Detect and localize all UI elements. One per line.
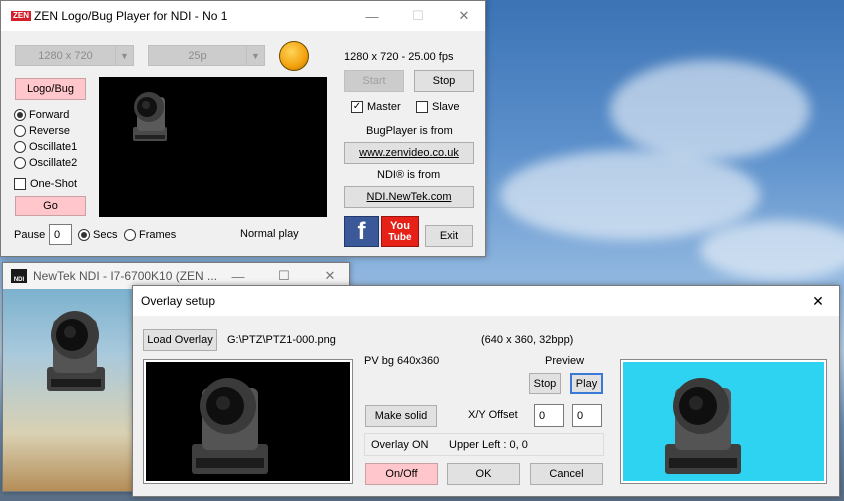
y-offset-input[interactable]: 0	[572, 404, 602, 427]
load-overlay-button[interactable]: Load Overlay	[143, 329, 217, 351]
pause-input[interactable]: 0	[49, 224, 72, 245]
mode-forward-radio[interactable]: Forward	[14, 109, 69, 121]
radio-dot	[14, 141, 26, 153]
framerate-value: 25p	[188, 49, 207, 62]
ok-button[interactable]: OK	[447, 463, 520, 485]
facebook-glyph: f	[357, 218, 366, 245]
oneshot-label: One-Shot	[30, 178, 78, 190]
ptz-camera-image	[192, 378, 268, 474]
overlay-setup-dialog: Overlay setup ✕ Load Overlay G:\PTZ\PTZ1…	[132, 285, 840, 497]
title-bar[interactable]: ZEN ZEN Logo/Bug Player for NDI - No 1 —…	[1, 1, 485, 31]
chevron-down-icon: ▼	[115, 46, 133, 65]
exit-button[interactable]: Exit	[425, 225, 473, 247]
frames-radio[interactable]: Frames	[124, 229, 176, 241]
ptz-camera-image	[665, 378, 741, 474]
sky-cloud	[500, 150, 760, 240]
master-checkbox[interactable]: ✓ Master	[351, 101, 401, 113]
upper-left-text: Upper Left : 0, 0	[449, 439, 528, 451]
window-title: ZEN Logo/Bug Player for NDI - No 1	[34, 9, 228, 23]
newtek-link: NDI.NewTek.com	[366, 191, 452, 203]
checkmark-icon: ✓	[351, 101, 363, 113]
overlay-dialog-title: Overlay setup	[141, 294, 216, 308]
sky-cloud	[700, 220, 844, 280]
radio-dot	[78, 229, 90, 241]
ptz-camera-image	[133, 92, 167, 141]
cancel-button[interactable]: Cancel	[530, 463, 603, 485]
ndi-logo-icon: NDI	[11, 269, 27, 283]
minimize-icon[interactable]: —	[349, 1, 395, 31]
chevron-down-icon: ▼	[246, 46, 264, 65]
radio-dot	[14, 157, 26, 169]
overlay-file-info: (640 x 360, 32bpp)	[481, 334, 574, 346]
ptz-camera-image	[47, 311, 105, 391]
zen-logo-icon: ZEN	[11, 11, 31, 21]
youtube-tube-text: Tube	[388, 232, 412, 243]
x-offset-input[interactable]: 0	[534, 404, 564, 427]
logo-bug-button[interactable]: Logo/Bug	[15, 78, 86, 100]
overlay-file-path: G:\PTZ\PTZ1-000.png	[227, 334, 336, 346]
status-indicator	[279, 41, 309, 71]
oneshot-checkbox[interactable]: One-Shot	[14, 178, 77, 190]
onoff-button[interactable]: On/Off	[365, 463, 438, 485]
make-solid-button[interactable]: Make solid	[365, 405, 437, 427]
resolution-value: 1280 x 720	[38, 49, 93, 62]
radio-dot	[14, 109, 26, 121]
secs-radio[interactable]: Secs	[78, 229, 117, 241]
pause-label: Pause	[14, 229, 46, 241]
status-text: 1280 x 720 - 25.00 fps	[344, 51, 454, 63]
bug-player-window: ZEN ZEN Logo/Bug Player for NDI - No 1 —…	[0, 0, 486, 257]
go-button[interactable]: Go	[15, 196, 86, 216]
xy-offset-label: X/Y Offset	[468, 409, 518, 421]
secs-label: Secs	[93, 229, 118, 241]
video-preview	[99, 77, 327, 217]
play-status-text: Normal play	[240, 228, 299, 240]
checkbox-box	[14, 178, 26, 190]
preview-play-button[interactable]: Play	[570, 373, 603, 394]
mode-forward-label: Forward	[29, 109, 70, 121]
start-button[interactable]: Start	[344, 70, 404, 92]
youtube-icon[interactable]: You Tube	[381, 216, 419, 247]
zenvideo-link: www.zenvideo.co.uk	[359, 147, 459, 159]
bugplayer-from-text: BugPlayer is from	[366, 125, 453, 137]
slave-checkbox[interactable]: Slave	[416, 101, 460, 113]
zenvideo-link-button[interactable]: www.zenvideo.co.uk	[344, 142, 474, 164]
sky-cloud	[610, 60, 810, 160]
ndi-window-title: NewTek NDI - I7-6700K10 (ZEN ...	[33, 269, 218, 283]
mode-oscillate1-radio[interactable]: Oscillate1	[14, 141, 77, 153]
mode-reverse-label: Reverse	[29, 125, 70, 137]
radio-dot	[124, 229, 136, 241]
preview-stop-button[interactable]: Stop	[529, 373, 561, 394]
preview-label: Preview	[545, 355, 585, 367]
ndi-from-text: NDI® is from	[377, 169, 441, 181]
checkbox-box	[416, 101, 428, 113]
resolution-select[interactable]: 1280 x 720 ▼	[15, 45, 134, 66]
pv-bg-text: PV bg 640x360	[364, 355, 440, 367]
newtek-link-button[interactable]: NDI.NewTek.com	[344, 186, 474, 208]
frames-label: Frames	[139, 229, 177, 241]
overlay-preview	[144, 360, 352, 483]
master-label: Master	[367, 101, 401, 113]
mode-oscillate2-radio[interactable]: Oscillate2	[14, 157, 77, 169]
youtube-you-text: You	[390, 220, 410, 232]
overlay-status-text: Overlay ON	[371, 439, 429, 451]
stop-button[interactable]: Stop	[414, 70, 474, 92]
cyan-preview	[621, 360, 826, 483]
mode-oscillate1-label: Oscillate1	[29, 141, 78, 153]
mode-reverse-radio[interactable]: Reverse	[14, 125, 70, 137]
overlay-title-bar[interactable]: Overlay setup ✕	[133, 286, 839, 316]
close-icon[interactable]: ✕	[441, 1, 487, 31]
mode-oscillate2-label: Oscillate2	[29, 157, 78, 169]
facebook-icon[interactable]: f	[344, 216, 379, 247]
framerate-select[interactable]: 25p ▼	[148, 45, 265, 66]
radio-dot	[14, 125, 26, 137]
close-icon[interactable]: ✕	[795, 286, 841, 316]
slave-label: Slave	[432, 101, 460, 113]
maximize-icon[interactable]: ☐	[395, 1, 441, 31]
